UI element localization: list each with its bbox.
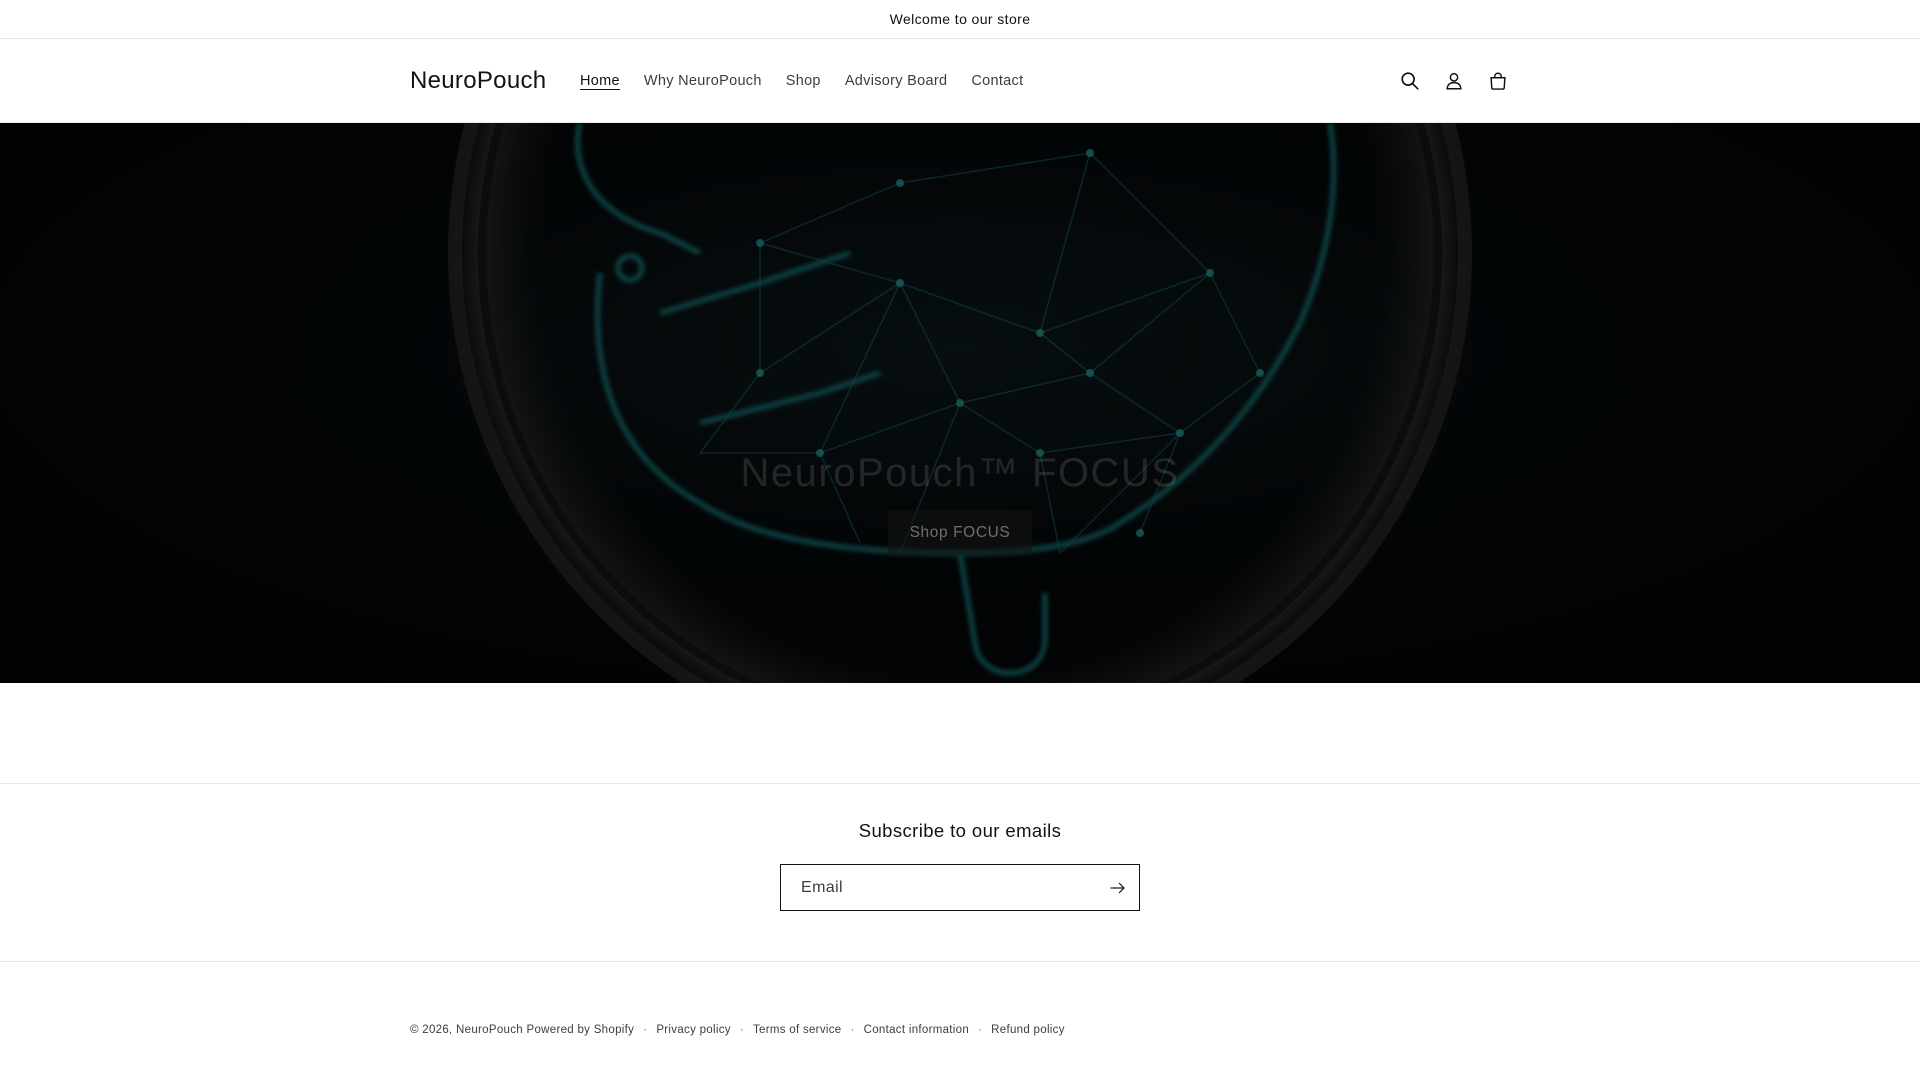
copyright-text: © 2026, bbox=[410, 1024, 453, 1036]
footer-brand-link[interactable]: NeuroPouch bbox=[456, 1024, 523, 1036]
powered-by-shopify-link[interactable]: Powered by Shopify bbox=[526, 1024, 634, 1036]
cart-button[interactable] bbox=[1476, 59, 1520, 103]
cart-icon bbox=[1490, 72, 1506, 90]
account-icon bbox=[1446, 72, 1462, 90]
newsletter-title: Subscribe to our emails bbox=[858, 820, 1062, 841]
email-form bbox=[780, 864, 1140, 911]
search-button[interactable] bbox=[1388, 59, 1432, 103]
footer-separator: · bbox=[850, 1024, 855, 1036]
nav-item-contact[interactable]: Contact bbox=[959, 73, 1035, 89]
announcement-text: Welcome to our store bbox=[889, 11, 1031, 27]
header-icons bbox=[1388, 39, 1520, 123]
footer-separator: · bbox=[739, 1024, 744, 1036]
hero-content: NeuroPouch™ FOCUS Shop FOCUS bbox=[0, 323, 1920, 556]
nav-item-why-neuropouch[interactable]: Why NeuroPouch bbox=[632, 73, 774, 89]
main-nav: Home Why NeuroPouch Shop Advisory Board … bbox=[568, 39, 1035, 123]
hero-title: NeuroPouch™ FOCUS bbox=[740, 451, 1180, 495]
site-logo[interactable]: NeuroPouch bbox=[410, 67, 546, 95]
search-icon bbox=[1401, 72, 1419, 90]
subscribe-submit-button[interactable] bbox=[1095, 865, 1139, 910]
email-input[interactable] bbox=[781, 865, 1095, 910]
section-spacer bbox=[0, 683, 1920, 784]
contact-information-link[interactable]: Contact information bbox=[864, 1024, 969, 1036]
privacy-policy-link[interactable]: Privacy policy bbox=[656, 1024, 731, 1036]
terms-of-service-link[interactable]: Terms of service bbox=[753, 1024, 842, 1036]
footer-copyright-row: © 2026, NeuroPouch Powered by Shopify · … bbox=[410, 1024, 1065, 1036]
refund-policy-link[interactable]: Refund policy bbox=[991, 1024, 1065, 1036]
announcement-bar: Welcome to our store bbox=[0, 0, 1920, 39]
footer-separator: · bbox=[643, 1024, 648, 1036]
nav-item-shop[interactable]: Shop bbox=[774, 73, 833, 89]
nav-item-home[interactable]: Home bbox=[568, 73, 632, 89]
newsletter-section: Subscribe to our emails bbox=[0, 784, 1920, 962]
account-button[interactable] bbox=[1432, 59, 1476, 103]
footer-separator: · bbox=[978, 1024, 983, 1036]
site-header: NeuroPouch Home Why NeuroPouch Shop Advi… bbox=[0, 39, 1920, 123]
site-footer: © 2026, NeuroPouch Powered by Shopify · … bbox=[0, 962, 1920, 1072]
shop-focus-button[interactable]: Shop FOCUS bbox=[888, 510, 1032, 556]
arrow-right-icon bbox=[1110, 882, 1125, 893]
hero-banner: NeuroPouch™ FOCUS Shop FOCUS bbox=[0, 123, 1920, 683]
nav-item-advisory-board[interactable]: Advisory Board bbox=[833, 73, 960, 89]
